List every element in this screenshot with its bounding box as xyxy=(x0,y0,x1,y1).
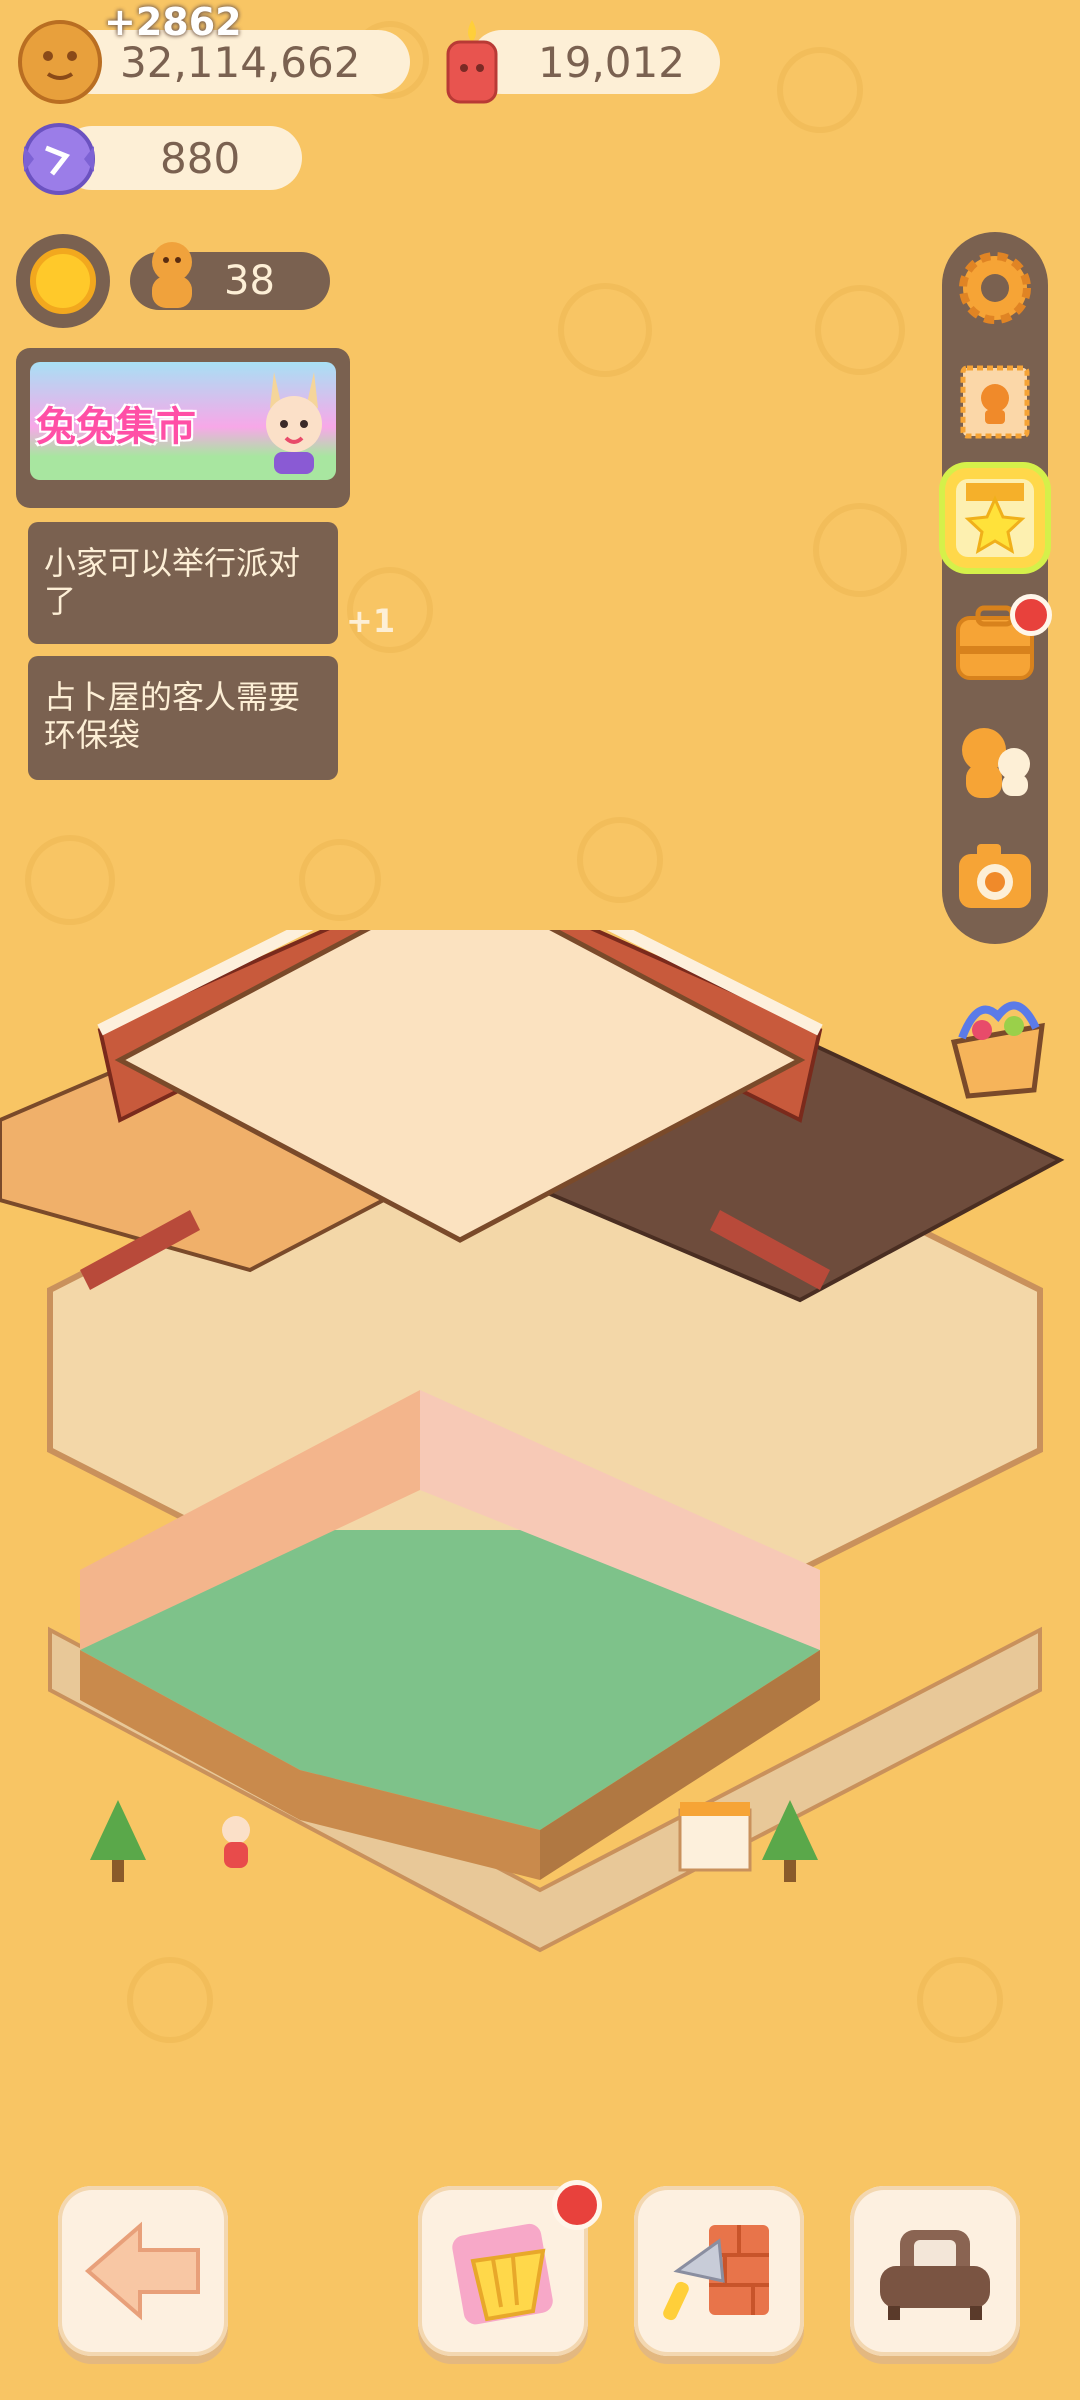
event-banner-label: 兔兔集市 xyxy=(36,404,196,450)
star-events-icon xyxy=(956,479,1034,557)
backpack-notification-dot xyxy=(1010,594,1052,636)
house-scene[interactable] xyxy=(0,930,1080,2190)
event-banner-art: 兔兔集市 xyxy=(30,362,336,480)
quest-card-ecobag[interactable]: 占卜屋的客人需要环保袋 xyxy=(28,656,338,780)
star-events-button[interactable] xyxy=(945,468,1045,568)
candle-icon xyxy=(440,16,504,106)
furniture-sofa-icon xyxy=(880,2230,990,2320)
friends-icon xyxy=(962,728,1030,798)
cookie-icon xyxy=(18,20,102,104)
cookie-gain: +2862 xyxy=(104,0,242,44)
camera-icon xyxy=(959,844,1031,908)
settings-gear-icon xyxy=(959,252,1031,324)
sun-icon xyxy=(30,248,96,314)
back-arrow-icon xyxy=(84,2221,200,2321)
gingerbread-icon xyxy=(140,238,204,320)
friends-button[interactable] xyxy=(945,712,1045,812)
quest-badge: +1 xyxy=(346,602,396,640)
player-character[interactable] xyxy=(222,1816,250,1868)
quest-text: 小家可以举行派对了 xyxy=(44,544,301,620)
crystal-candy-icon xyxy=(16,116,102,202)
candle-count: 19,012 xyxy=(538,37,685,87)
decor-notification-dot xyxy=(552,2180,602,2230)
stamp-card-button[interactable] xyxy=(945,352,1045,452)
bunny-girl-icon xyxy=(266,372,322,474)
settings-button[interactable] xyxy=(945,238,1045,338)
build-trowel-icon xyxy=(663,2225,769,2321)
camera-button[interactable] xyxy=(945,826,1045,926)
cookie-count: 32,114,662 xyxy=(120,37,361,87)
gingerbread-counter[interactable]: 38 xyxy=(130,242,330,310)
decor-pack-icon xyxy=(452,2223,553,2325)
furniture-button[interactable] xyxy=(850,2186,1020,2356)
shop-stall[interactable] xyxy=(678,1802,752,1872)
quest-text: 占卜屋的客人需要环保袋 xyxy=(44,678,301,754)
stamp-card-icon xyxy=(960,365,1030,439)
back-button[interactable] xyxy=(58,2186,228,2356)
gem-count: 880 xyxy=(160,133,241,183)
candle-counter[interactable]: 19,012 xyxy=(470,30,720,94)
event-banner[interactable]: 兔兔集市 xyxy=(16,348,350,508)
gingerbread-count: 38 xyxy=(224,258,275,304)
sun-indicator[interactable] xyxy=(16,234,110,328)
tree-left[interactable] xyxy=(90,1800,146,1882)
quest-card-party[interactable]: 小家可以举行派对了 xyxy=(28,522,338,644)
build-button[interactable] xyxy=(634,2186,804,2356)
